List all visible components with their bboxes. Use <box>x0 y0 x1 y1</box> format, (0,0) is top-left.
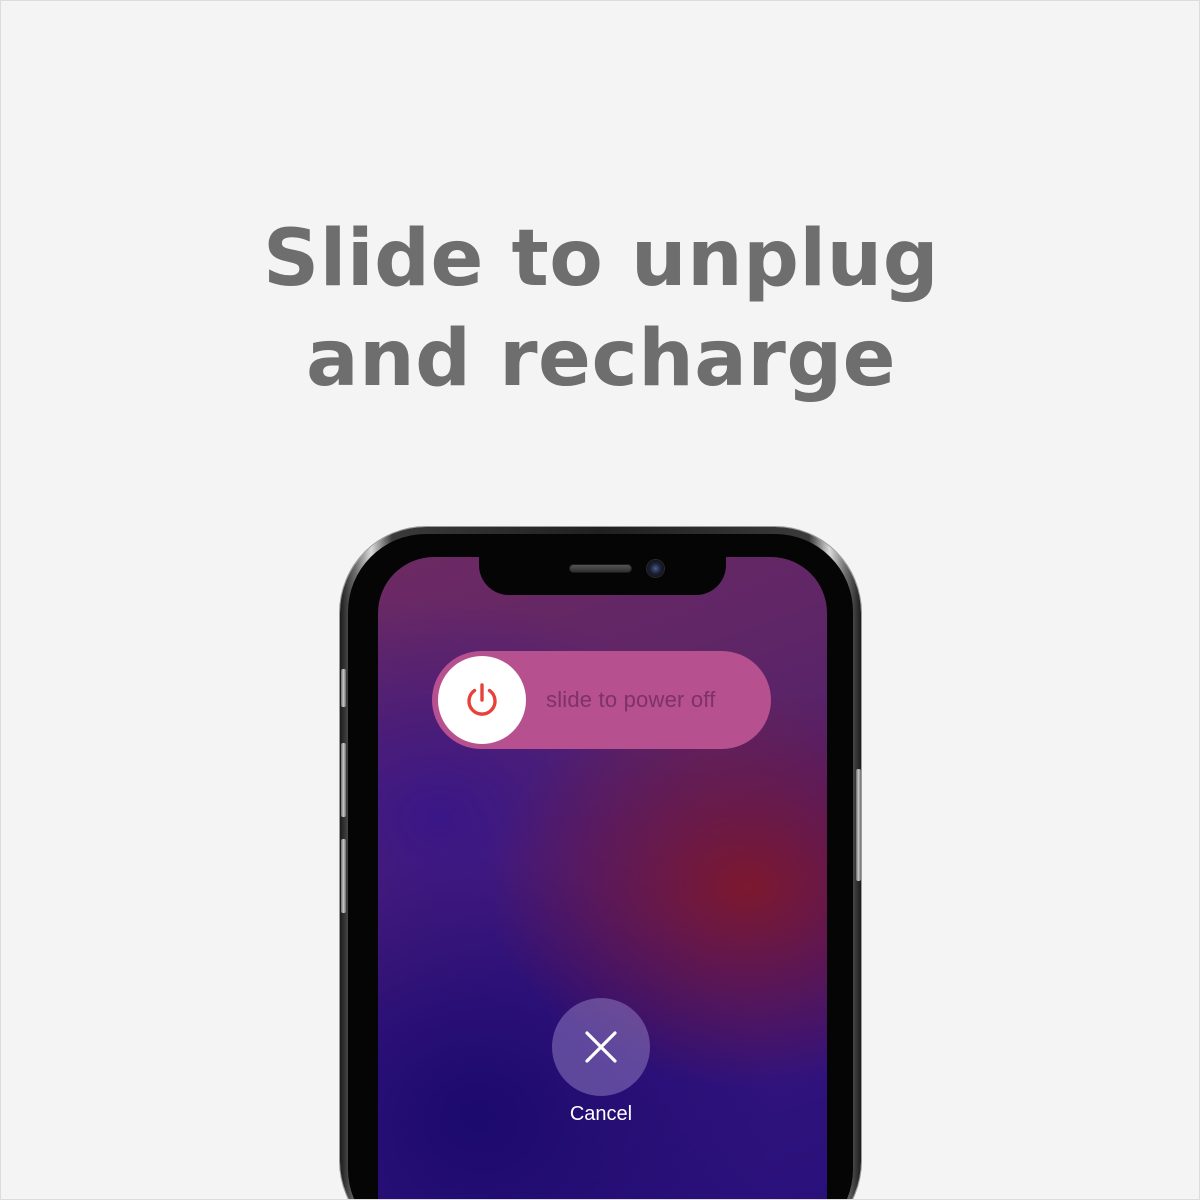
side-power-button <box>856 769 861 881</box>
earpiece-speaker <box>569 564 632 573</box>
cancel-button[interactable] <box>552 998 650 1096</box>
volume-down-button <box>341 839 346 913</box>
headline-line-1: Slide to unplug <box>262 214 940 304</box>
headline: Slide to unplug and recharge <box>1 209 1199 409</box>
silent-switch <box>341 669 346 707</box>
cancel-label: Cancel <box>569 1103 633 1125</box>
volume-up-button <box>341 743 346 817</box>
power-off-slider-label: slide to power off <box>546 687 716 712</box>
close-icon <box>585 1031 617 1063</box>
power-off-slider[interactable]: slide to power off <box>432 651 771 749</box>
power-icon <box>467 683 497 716</box>
power-slider-knob[interactable] <box>438 656 526 744</box>
notch <box>479 553 726 595</box>
page: Slide to unplug and recharge slide to po… <box>0 0 1200 1200</box>
headline-line-2: and recharge <box>305 314 897 404</box>
front-camera <box>647 560 664 577</box>
